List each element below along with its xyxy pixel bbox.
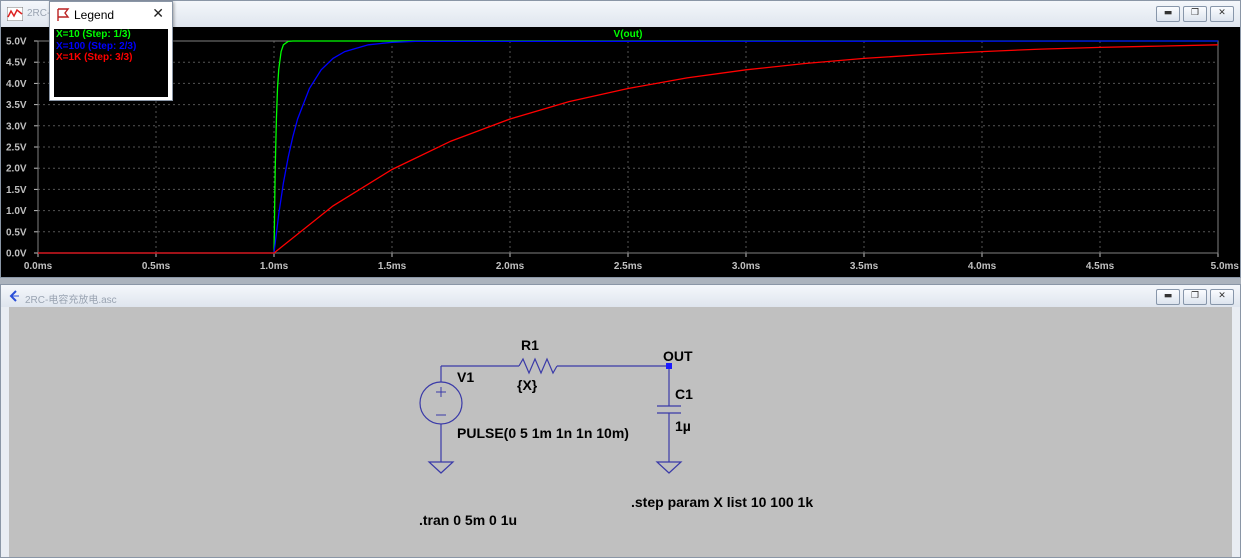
r1-name[interactable]: R1 (521, 337, 539, 353)
waveform-icon (7, 7, 23, 21)
x-tick-label: 4.0ms (968, 261, 997, 272)
x-tick-label: 1.5ms (378, 261, 407, 272)
y-tick-label: 2.0V (6, 164, 27, 175)
schematic-canvas[interactable]: R1 {X} V1 PULSE(0 5 1m 1n 1n 10m) C1 1µ … (9, 307, 1232, 557)
r1-value[interactable]: {X} (517, 377, 537, 393)
y-tick-label: 0.0V (6, 249, 27, 260)
minimize-button[interactable]: ▬ (1156, 6, 1180, 22)
legend-title: Legend (74, 8, 115, 22)
y-tick-label: 1.0V (6, 206, 27, 217)
x-tick-label: 1.0ms (260, 261, 289, 272)
tran-directive[interactable]: .tran 0 5m 0 1u (419, 512, 517, 528)
v1-name[interactable]: V1 (457, 369, 474, 385)
close-button[interactable]: ✕ (1210, 289, 1234, 305)
waveform-chart-svg: 0.0V 0.5V 1.0V 1.5V 2.0V 2.5V 3.0V 3.5V 4.0V 4.5V… (6, 29, 1240, 272)
v1-value[interactable]: PULSE(0 5 1m 1n 1n 10m) (457, 425, 629, 441)
waveform-title-bar[interactable]: 2RC- ▬ ❐ ✕ (1, 1, 1240, 27)
y-tick-label: 1.5V (6, 185, 27, 196)
x-tick-label: 4.5ms (1086, 261, 1115, 272)
y-tick-label: 3.0V (6, 121, 27, 132)
legend-title-bar[interactable]: Legend ✕ (50, 2, 172, 28)
net-label-out[interactable]: OUT (663, 348, 693, 364)
schematic-window: 2RC-电容充放电.asc ▬ ❐ ✕ R1 {X} V1 PULSE(0 5 … (0, 284, 1241, 558)
schematic-window-controls: ▬ ❐ ✕ (1156, 289, 1234, 305)
resistor-symbol[interactable] (518, 357, 558, 375)
schematic-title-bar[interactable]: 2RC-电容充放电.asc ▬ ❐ ✕ (1, 285, 1240, 307)
waveform-plot[interactable]: 0.0V 0.5V 1.0V 1.5V 2.0V 2.5V 3.0V 3.5V 4.0V 4.5V… (1, 27, 1240, 277)
x-tick-label: 3.0ms (732, 261, 761, 272)
y-tick-label: 4.5V (6, 58, 27, 69)
waveform-window: 2RC- ▬ ❐ ✕ 0.0V 0.5V 1.0V 1.5V 2.0V 2.5V 3.0V 3… (0, 0, 1241, 278)
minimize-button[interactable]: ▬ (1156, 289, 1180, 305)
legend-body: X=10 (Step: 1/3) X=100 (Step: 2/3) X=1K … (54, 29, 168, 97)
c1-name[interactable]: C1 (675, 386, 693, 402)
schematic-icon (9, 290, 19, 302)
waveform-window-controls: ▬ ❐ ✕ (1156, 6, 1234, 22)
ground-symbol[interactable] (427, 461, 455, 474)
legend-entry-x100[interactable]: X=100 (Step: 2/3) (54, 41, 168, 53)
x-tick-label: 2.5ms (614, 261, 643, 272)
x-tick-label: 3.5ms (850, 261, 879, 272)
y-tick-label: 0.5V (6, 227, 27, 238)
legend-entry-x1k[interactable]: X=1K (Step: 3/3) (54, 52, 168, 64)
legend-window[interactable]: Legend ✕ X=10 (Step: 1/3) X=100 (Step: 2… (49, 1, 173, 101)
trace-title: V(out) (614, 29, 643, 40)
ground-symbol[interactable] (655, 461, 683, 474)
waveform-window-title: 2RC- (27, 8, 51, 19)
x-tick-label: 2.0ms (496, 261, 525, 272)
x-tick-label: 5.0ms (1211, 261, 1240, 272)
y-tick-label: 2.5V (6, 143, 27, 154)
y-tick-label: 5.0V (6, 37, 27, 48)
restore-button[interactable]: ❐ (1183, 6, 1207, 22)
schematic-window-title: 2RC-电容充放电.asc (25, 295, 117, 306)
step-directive[interactable]: .step param X list 10 100 1k (631, 494, 813, 510)
legend-entry-x10[interactable]: X=10 (Step: 1/3) (54, 29, 168, 41)
legend-flag-icon (57, 8, 70, 21)
y-tick-label: 4.0V (6, 79, 27, 90)
close-icon[interactable]: ✕ (152, 6, 164, 22)
x-tick-label: 0.5ms (142, 261, 171, 272)
c1-value[interactable]: 1µ (675, 418, 691, 434)
restore-button[interactable]: ❐ (1183, 289, 1207, 305)
y-tick-label: 3.5V (6, 100, 27, 111)
x-tick-label: 0.0ms (24, 261, 53, 272)
close-button[interactable]: ✕ (1210, 6, 1234, 22)
